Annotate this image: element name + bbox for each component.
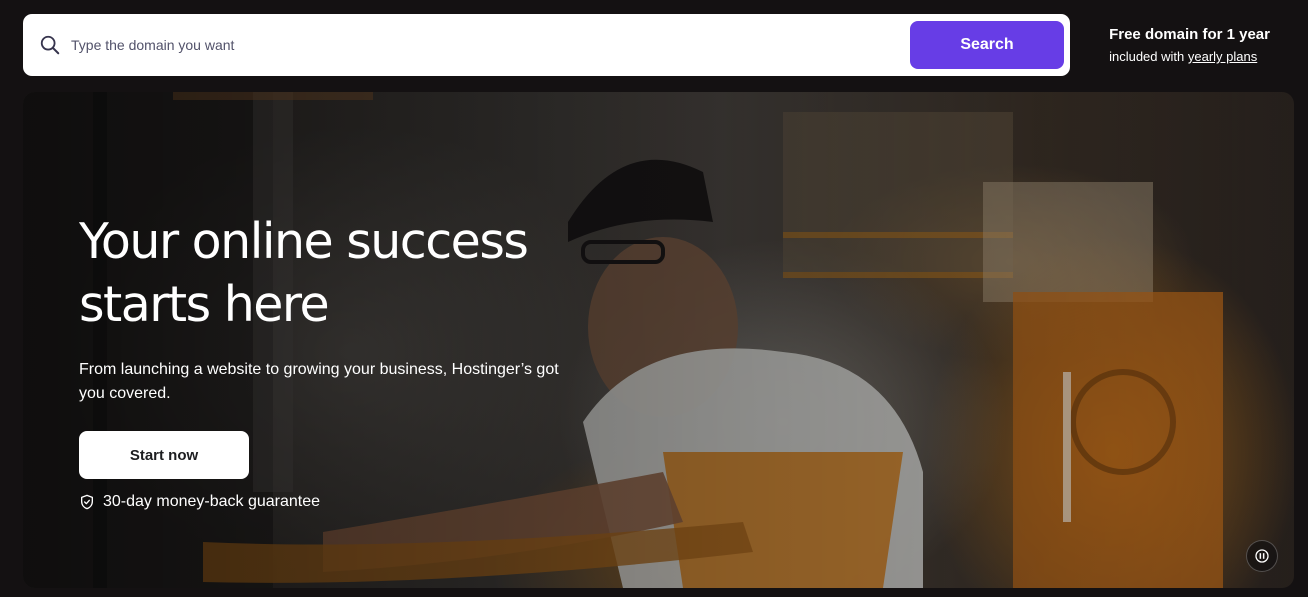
domain-search-bar: Search: [23, 14, 1070, 76]
hero-content: Your online success starts here From lau…: [79, 210, 619, 511]
guarantee-text: 30-day money-back guarantee: [103, 493, 321, 510]
hero-banner: Your online success starts here From lau…: [23, 92, 1294, 588]
hero-subtitle: From launching a website to growing your…: [79, 361, 559, 402]
hero-title-line-1: Your online success: [79, 213, 529, 270]
hero-title-line-2: starts here: [79, 276, 330, 333]
video-pause-button[interactable]: [1246, 540, 1278, 572]
hero-title: Your online success starts here: [79, 210, 619, 336]
domain-search-input[interactable]: [71, 27, 891, 63]
start-now-button[interactable]: Start now: [79, 431, 249, 479]
promo-subtext: included with yearly plans: [1109, 47, 1270, 66]
search-button[interactable]: Search: [910, 21, 1064, 69]
shield-check-icon: [81, 494, 93, 510]
pause-icon: [1255, 549, 1269, 563]
free-domain-promo: Free domain for 1 year included with yea…: [1109, 25, 1270, 66]
search-icon: [40, 35, 60, 55]
yearly-plans-link[interactable]: yearly plans: [1188, 49, 1257, 64]
promo-sub-prefix: included with: [1109, 49, 1185, 64]
money-back-guarantee: 30-day money-back guarantee: [79, 493, 619, 511]
promo-title: Free domain for 1 year: [1109, 26, 1270, 43]
